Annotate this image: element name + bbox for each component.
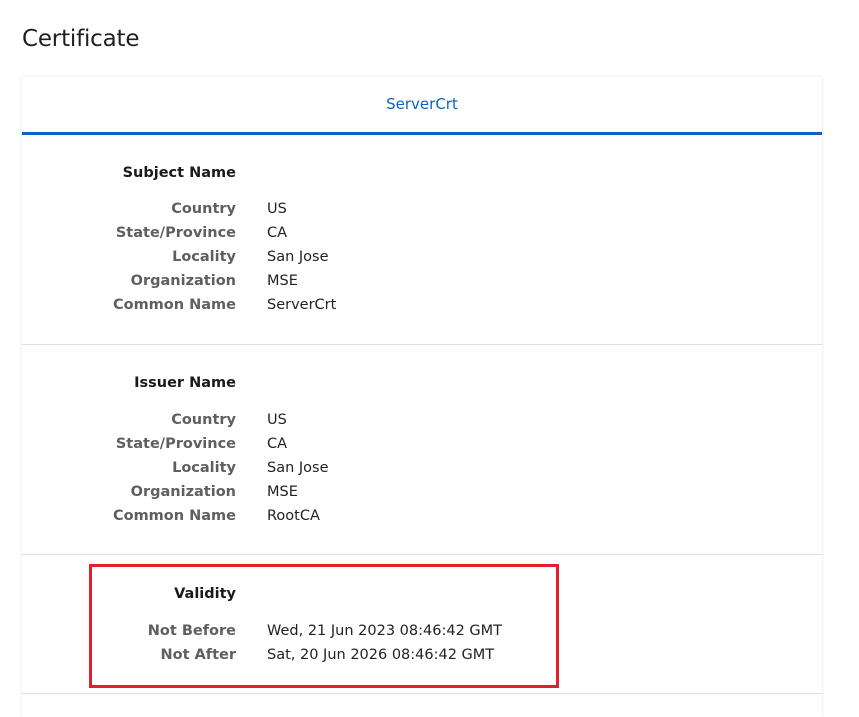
field-value: Wed, 21 Jun 2023 08:46:42 GMT <box>267 623 503 639</box>
subject-organization-row: Organization MSE <box>22 273 822 297</box>
field-value: San Jose <box>267 460 329 476</box>
field-label: Organization <box>130 273 236 289</box>
validity-heading: Validity <box>174 586 236 602</box>
subject-common-name-row: Common Name ServerCrt <box>22 297 822 321</box>
field-label: Country <box>171 412 236 428</box>
field-value: CA <box>267 436 288 452</box>
field-value: San Jose <box>267 249 329 265</box>
issuer-name-section: Issuer Name Country US State/Province CA… <box>22 345 822 555</box>
field-value: MSE <box>267 273 298 289</box>
validity-not-before-row: Not Before Wed, 21 Jun 2023 08:46:42 GMT <box>22 623 822 647</box>
field-label: Common Name <box>112 297 236 313</box>
field-value: ServerCrt <box>267 297 337 313</box>
validity-not-after-row: Not After Sat, 20 Jun 2026 08:46:42 GMT <box>22 647 822 671</box>
field-value: Sat, 20 Jun 2026 08:46:42 GMT <box>267 647 495 663</box>
field-label: State/Province <box>115 436 236 452</box>
tab-servercrt[interactable]: ServerCrt <box>22 95 822 113</box>
field-label: Locality <box>172 460 236 476</box>
page-title: Certificate <box>22 26 140 52</box>
field-label: Not After <box>160 647 236 663</box>
field-value: MSE <box>267 484 298 500</box>
issuer-common-name-row: Common Name RootCA <box>22 508 822 532</box>
issuer-name-heading: Issuer Name <box>134 375 236 391</box>
field-label: State/Province <box>115 225 236 241</box>
field-value: CA <box>267 225 288 241</box>
certificate-card: ServerCrt Subject Name Country US State/… <box>22 77 822 717</box>
subject-name-heading: Subject Name <box>122 165 236 181</box>
subject-state-row: State/Province CA <box>22 225 822 249</box>
field-label: Common Name <box>112 508 236 524</box>
issuer-country-row: Country US <box>22 412 822 436</box>
tab-bar: ServerCrt <box>22 77 822 135</box>
field-label: Organization <box>130 484 236 500</box>
issuer-state-row: State/Province CA <box>22 436 822 460</box>
validity-section: Validity Not Before Wed, 21 Jun 2023 08:… <box>22 555 822 694</box>
field-value: US <box>267 412 287 428</box>
field-label: Country <box>171 201 236 217</box>
issuer-locality-row: Locality San Jose <box>22 460 822 484</box>
issuer-organization-row: Organization MSE <box>22 484 822 508</box>
field-value: RootCA <box>267 508 320 524</box>
subject-name-section: Subject Name Country US State/Province C… <box>22 135 822 345</box>
field-label: Not Before <box>147 623 236 639</box>
field-label: Locality <box>172 249 236 265</box>
subject-country-row: Country US <box>22 201 822 225</box>
field-value: US <box>267 201 287 217</box>
subject-locality-row: Locality San Jose <box>22 249 822 273</box>
